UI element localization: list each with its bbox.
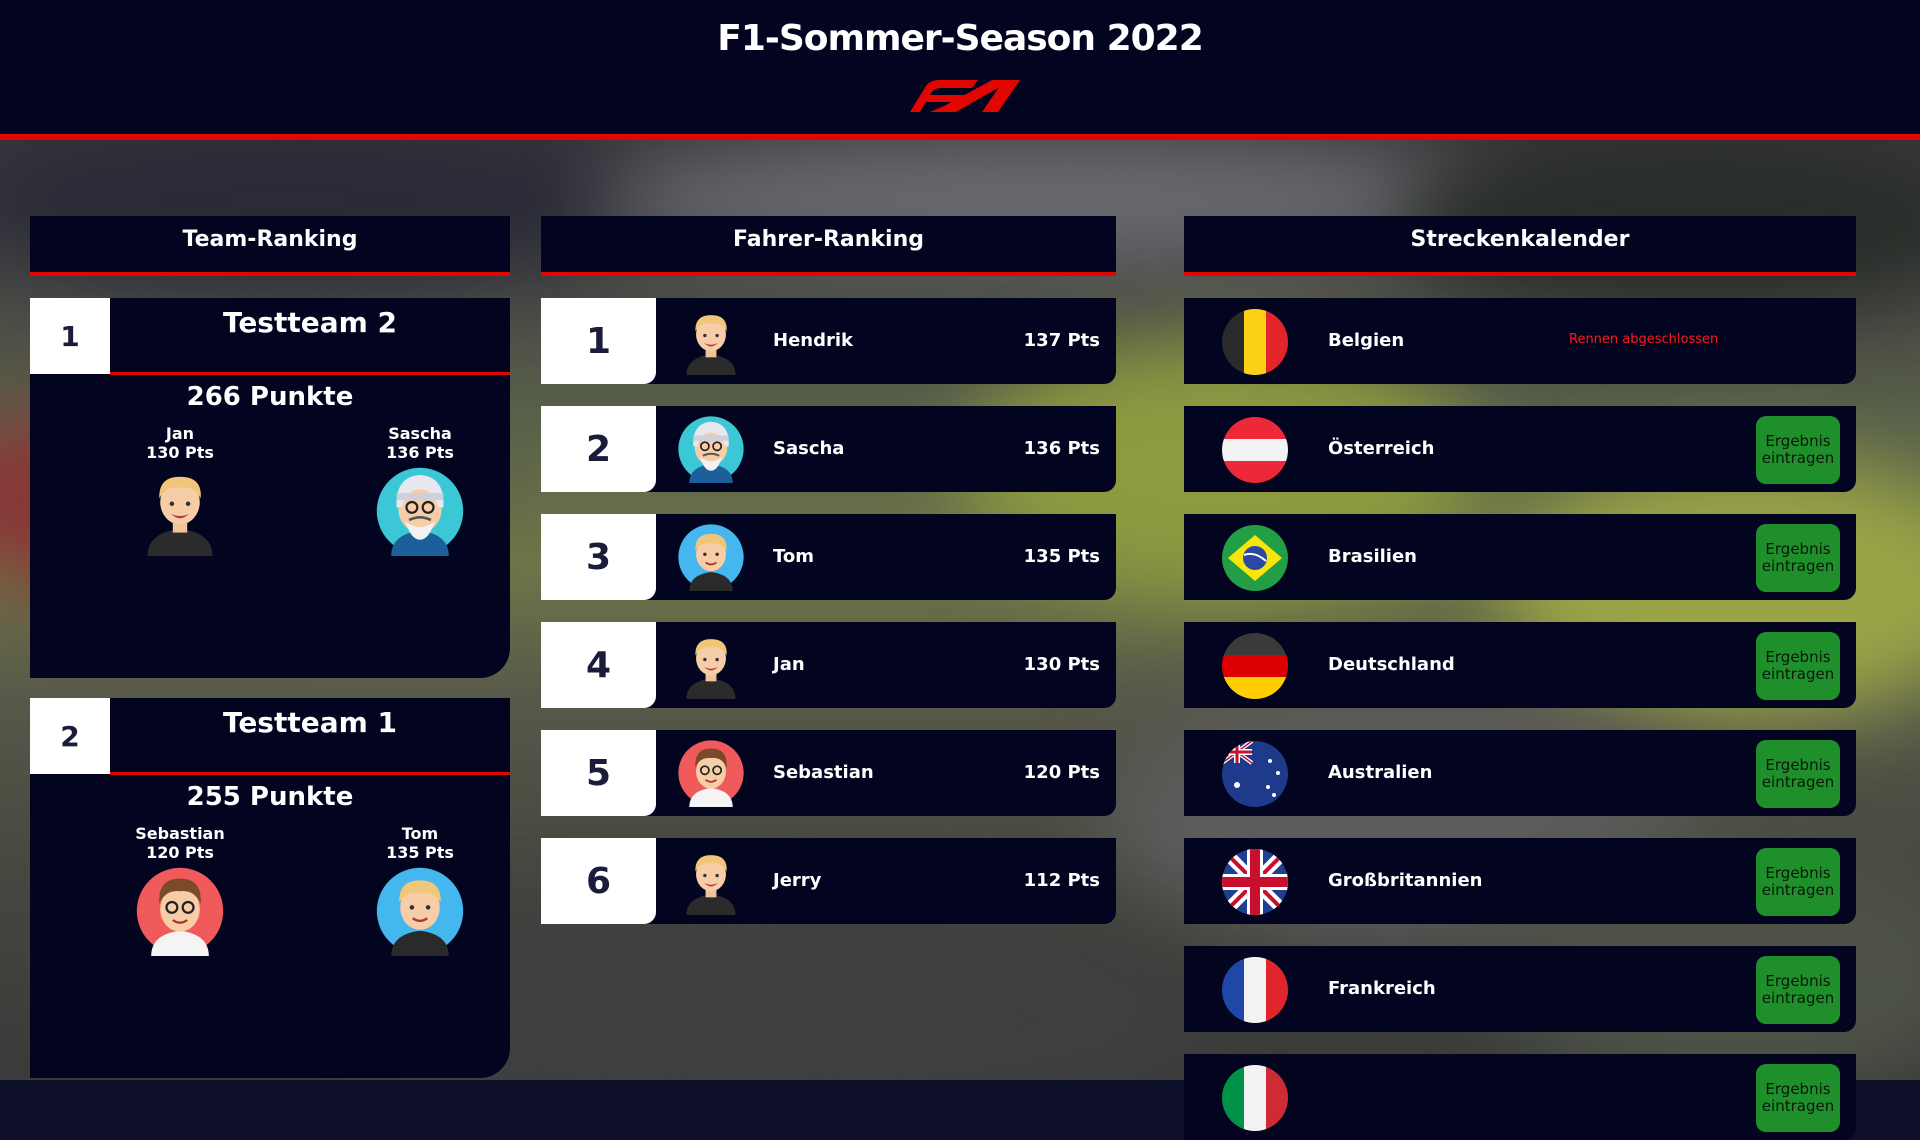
track-row: Deutschland Ergebnis eintragen (1184, 622, 1856, 708)
driver-rank: 6 (541, 838, 656, 924)
page-title: F1-Sommer-Season 2022 (717, 18, 1204, 59)
avatar-icon (677, 631, 745, 699)
driver-points: 137 Pts (1023, 330, 1100, 351)
track-country: Belgien (1328, 330, 1405, 351)
member-points: 135 Pts (386, 843, 454, 862)
driver-name: Sebastian (773, 762, 874, 783)
section-title-driver-ranking: Fahrer-Ranking (541, 216, 1116, 276)
team-points: 266 Punkte (186, 382, 354, 412)
driver-name: Jan (773, 654, 805, 675)
avatar-icon (135, 466, 225, 556)
track-row: Ergebnis eintragen (1184, 1054, 1856, 1140)
driver-rank: 3 (541, 514, 656, 600)
avatar-icon (677, 307, 745, 375)
team-member: Sebastian 120 Pts (100, 824, 260, 956)
avatar-icon (375, 466, 465, 556)
italy-flag-icon (1222, 1065, 1288, 1131)
member-points: 136 Pts (386, 443, 454, 462)
track-row: Brasilien Ergebnis eintragen (1184, 514, 1856, 600)
member-name: Sebastian (135, 824, 225, 843)
track-country: Australien (1328, 762, 1433, 783)
driver-points: 130 Pts (1023, 654, 1100, 675)
member-name: Tom (401, 824, 439, 843)
driver-rank: 5 (541, 730, 656, 816)
team-rank: 2 (30, 698, 110, 774)
enter-result-button[interactable]: Ergebnis eintragen (1756, 416, 1840, 484)
brazil-flag-icon (1222, 525, 1288, 591)
driver-name: Jerry (773, 870, 822, 891)
track-country: Frankreich (1328, 978, 1436, 999)
divider (110, 372, 510, 375)
section-title-team-ranking: Team-Ranking (30, 216, 510, 276)
member-points: 120 Pts (146, 843, 214, 862)
enter-result-button[interactable]: Ergebnis eintragen (1756, 848, 1840, 916)
track-row: Belgien Rennen abgeschlossen (1184, 298, 1856, 384)
enter-result-button[interactable]: Ergebnis eintragen (1756, 632, 1840, 700)
team-member: Sascha 136 Pts (340, 424, 500, 556)
driver-points: 135 Pts (1023, 546, 1100, 567)
driver-row: 5 Sebastian 120 Pts (541, 730, 1116, 816)
driver-row: 4 Jan 130 Pts (541, 622, 1116, 708)
track-row: Österreich Ergebnis eintragen (1184, 406, 1856, 492)
team-member: Jan 130 Pts (100, 424, 260, 556)
team-card: 2 Testteam 1 255 Punkte Sebastian 120 Pt… (30, 698, 510, 1078)
section-title-track-calendar: Streckenkalender (1184, 216, 1856, 276)
avatar-icon (677, 739, 745, 807)
driver-rank: 4 (541, 622, 656, 708)
track-row: Australien Ergebnis eintragen (1184, 730, 1856, 816)
driver-points: 120 Pts (1023, 762, 1100, 783)
track-country: Brasilien (1328, 546, 1417, 567)
team-name: Testteam 2 (222, 306, 398, 339)
team-points: 255 Punkte (186, 782, 354, 812)
belgium-flag-icon (1222, 309, 1288, 375)
divider (110, 772, 510, 775)
avatar-icon (677, 523, 745, 591)
france-flag-icon (1222, 957, 1288, 1023)
driver-row: 1 Hendrik 137 Pts (541, 298, 1116, 384)
member-points: 130 Pts (146, 443, 214, 462)
member-name: Sascha (388, 424, 452, 443)
driver-points: 136 Pts (1023, 438, 1100, 459)
driver-row: 6 Jerry 112 Pts (541, 838, 1116, 924)
track-country: Deutschland (1328, 654, 1455, 675)
austria-flag-icon (1222, 417, 1288, 483)
driver-name: Sascha (773, 438, 845, 459)
member-name: Jan (165, 424, 195, 443)
driver-name: Tom (773, 546, 815, 567)
driver-rank: 1 (541, 298, 656, 384)
enter-result-button[interactable]: Ergebnis eintragen (1756, 740, 1840, 808)
track-country: Österreich (1328, 438, 1435, 459)
driver-rank: 2 (541, 406, 656, 492)
driver-points: 112 Pts (1023, 870, 1100, 891)
avatar-icon (677, 847, 745, 915)
driver-row: 3 Tom 135 Pts (541, 514, 1116, 600)
team-member: Tom 135 Pts (340, 824, 500, 956)
track-row: Frankreich Ergebnis eintragen (1184, 946, 1856, 1032)
avatar-icon (135, 866, 225, 956)
track-country: Großbritannien (1328, 870, 1483, 891)
germany-flag-icon (1222, 633, 1288, 699)
f1-logo (910, 80, 1020, 112)
driver-name: Hendrik (773, 330, 853, 351)
team-rank: 1 (30, 298, 110, 374)
track-row: Großbritannien Ergebnis eintragen (1184, 838, 1856, 924)
enter-result-button[interactable]: Ergebnis eintragen (1756, 1064, 1840, 1132)
driver-row: 2 Sascha 136 Pts (541, 406, 1116, 492)
australia-flag-icon (1222, 741, 1288, 807)
team-card: 1 Testteam 2 266 Punkte Jan 130 Pts Sasc… (30, 298, 510, 678)
team-name: Testteam 1 (222, 706, 398, 739)
uk-flag-icon (1222, 849, 1288, 915)
enter-result-button[interactable]: Ergebnis eintragen (1756, 956, 1840, 1024)
app-header: F1-Sommer-Season 2022 (0, 0, 1920, 140)
avatar-icon (677, 415, 745, 483)
enter-result-button[interactable]: Ergebnis eintragen (1756, 524, 1840, 592)
race-status: Rennen abgeschlossen (1569, 332, 1719, 347)
avatar-icon (375, 866, 465, 956)
